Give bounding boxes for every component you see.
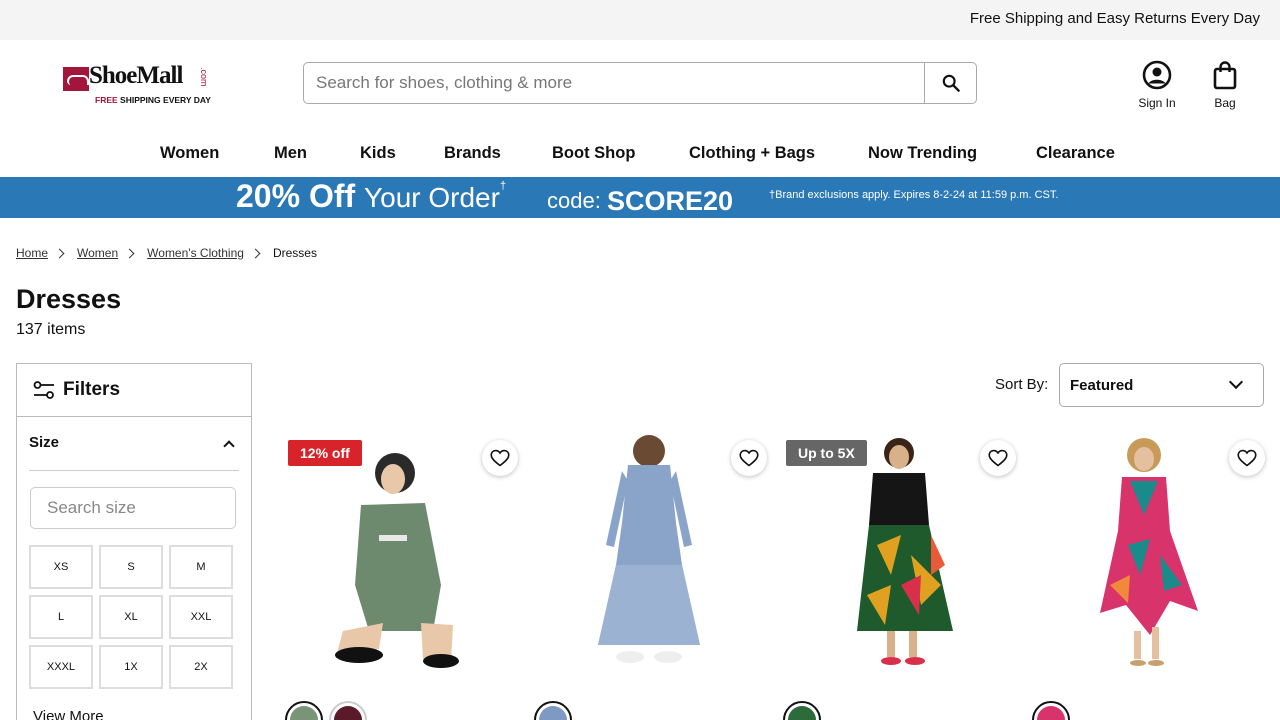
size-option[interactable]: XL [99,595,163,639]
sort-label: Sort By: [995,376,1049,393]
product-card[interactable]: Up to 5X [781,435,1016,720]
product-card[interactable]: 12% off [283,435,518,720]
heart-icon [490,449,510,467]
logo-mark-icon [63,67,89,91]
nav-clothing-bags[interactable]: Clothing + Bags [689,144,815,163]
top-utility-bar: Free Shipping and Easy Returns Every Day [0,0,1280,40]
product-image[interactable] [532,435,767,670]
size-option[interactable]: L [29,595,93,639]
color-swatch[interactable] [285,701,323,720]
sign-in-label: Sign In [1138,96,1176,110]
filters-header[interactable]: Filters [17,364,251,417]
size-filter-heading[interactable]: Size [29,434,59,451]
wishlist-button[interactable] [1229,440,1265,476]
breadcrumb-current: Dresses [272,246,317,260]
plus-size-badge: Up to 5X [786,440,867,466]
sort-select[interactable]: Featured [1059,363,1264,407]
filter-sliders-icon [33,381,54,399]
color-swatch[interactable] [1032,701,1070,720]
shopping-bag-icon [1213,61,1237,90]
nav-now-trending[interactable]: Now Trending [868,144,977,163]
wishlist-button[interactable] [482,440,518,476]
size-option[interactable]: 2X [169,645,233,689]
filters-title: Filters [63,379,121,400]
filters-panel: Filters Size XS S M L XL XXL XXXL 1X 2X … [16,363,252,720]
shoemall-logo[interactable]: ShoeMall .com FREE SHIPPING EVERY DAY [63,62,223,108]
page-title: Dresses [16,284,122,314]
nav-kids[interactable]: Kids [360,144,396,163]
size-option[interactable]: 1X [99,645,163,689]
wishlist-button[interactable] [731,440,767,476]
promo-code: code: SCORE20 [547,186,734,216]
size-option[interactable]: S [99,545,163,589]
product-image[interactable] [283,435,518,670]
shipping-message: Free Shipping and Easy Returns Every Day [969,10,1260,27]
logo-name: ShoeMall [89,62,183,89]
heart-icon [739,449,759,467]
color-swatch[interactable] [534,701,572,720]
promo-dagger: † [500,180,507,192]
sign-in-link[interactable]: Sign In [1127,60,1187,110]
product-image[interactable] [781,435,1016,670]
heart-icon [1237,449,1257,467]
breadcrumb-women[interactable]: Women [77,246,118,260]
breadcrumb: Home Women Women's Clothing Dresses [16,246,317,260]
chevron-down-icon [1228,374,1244,390]
item-count: 137 items [16,321,86,338]
size-option[interactable]: XS [29,545,93,589]
product-card[interactable] [1030,435,1265,720]
search-input[interactable] [304,63,924,103]
size-option[interactable]: M [169,545,233,589]
product-image[interactable] [1030,435,1265,670]
heart-icon [988,449,1008,467]
chevron-right-icon [124,248,135,258]
logo-tagline: FREE SHIPPING EVERY DAY [95,95,211,105]
chevron-right-icon [54,248,65,258]
bag-link[interactable]: Bag [1195,60,1255,110]
nav-brands[interactable]: Brands [444,144,501,163]
size-option[interactable]: XXL [169,595,233,639]
bag-label: Bag [1214,96,1236,110]
promo-fine-print: †Brand exclusions apply. Expires 8-2-24 … [769,189,1059,201]
logo-com: .com [199,67,209,87]
chevron-right-icon [250,248,261,258]
color-swatch[interactable] [783,701,821,720]
breadcrumb-home[interactable]: Home [16,246,48,260]
nav-clearance[interactable]: Clearance [1036,144,1115,163]
search-button[interactable] [924,63,976,103]
promo-banner[interactable]: 20% Off Your Order † code: SCORE20 †Bran… [0,177,1280,218]
wishlist-button[interactable] [980,440,1016,476]
size-search-input[interactable] [30,487,236,529]
size-option[interactable]: XXXL [29,645,93,689]
sort-value: Featured [1070,377,1134,394]
nav-boot-shop[interactable]: Boot Shop [552,144,635,163]
account-icon [1142,60,1172,90]
view-more-sizes-link[interactable]: View More [33,708,104,720]
breadcrumb-womens-clothing[interactable]: Women's Clothing [147,246,244,260]
chevron-up-icon[interactable] [223,440,235,452]
nav-men[interactable]: Men [274,144,307,163]
product-card[interactable] [532,435,767,720]
search-icon [942,74,960,92]
search-bar [303,62,977,104]
discount-badge: 12% off [288,440,362,466]
nav-women[interactable]: Women [160,144,219,163]
promo-offer: 20% Off Your Order [236,178,500,214]
color-swatch[interactable] [329,701,367,720]
divider [29,470,239,471]
main-navigation: Women Men Kids Brands Boot Shop Clothing… [0,144,1280,168]
